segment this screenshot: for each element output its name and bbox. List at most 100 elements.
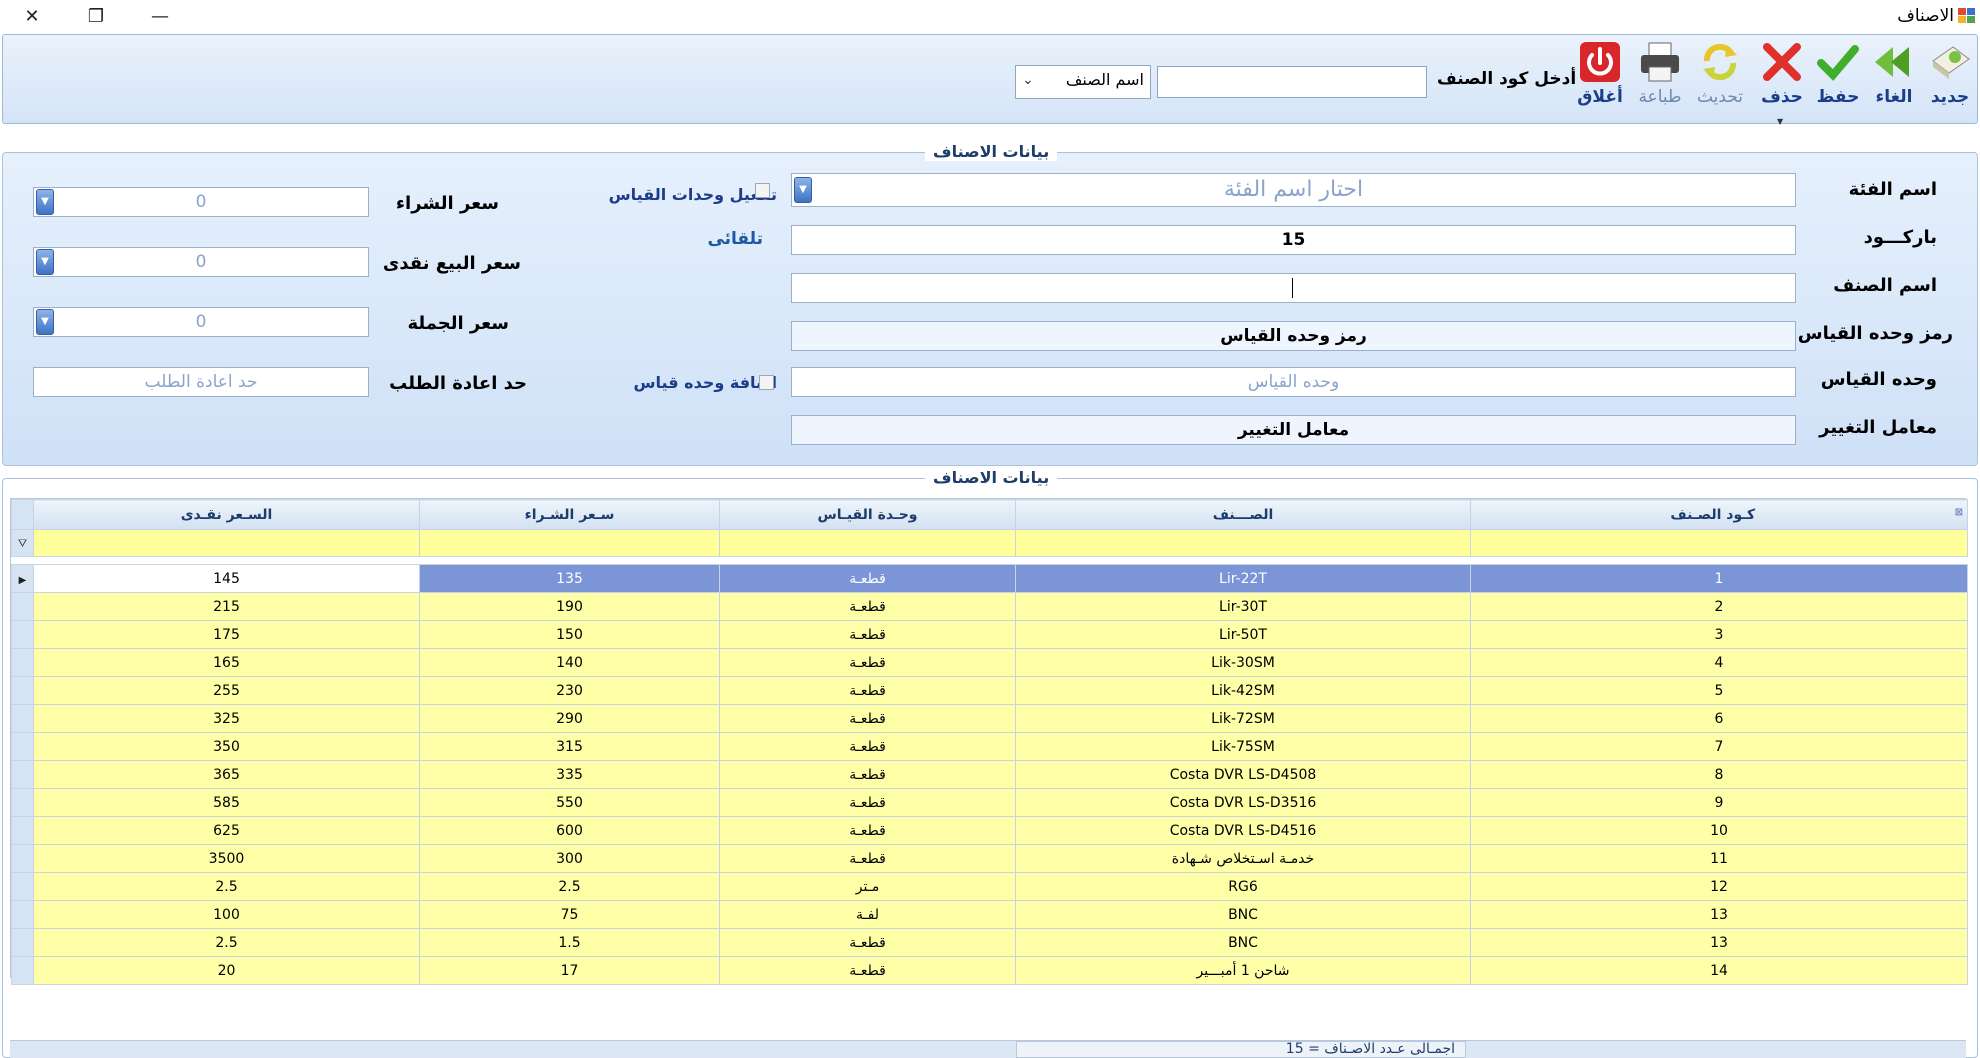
auto-barcode-link[interactable]: تلقائى (707, 229, 763, 249)
unit-field[interactable]: وحده القياس (791, 367, 1796, 397)
purchase-price-cell[interactable]: 17 (419, 956, 720, 985)
table-row[interactable]: 585 550 قطعـة Costa DVR LS-D3516 9 (11, 788, 1968, 817)
print-button[interactable]: طباعة (1633, 39, 1687, 119)
cash-price-dropdown-icon[interactable]: ▼ (36, 249, 54, 275)
enable-units-checkbox[interactable] (755, 183, 770, 198)
purchase-price-cell[interactable]: 135 (419, 564, 720, 593)
unit-cell[interactable]: قطعـة (719, 844, 1016, 873)
purchase-price-cell[interactable]: 290 (419, 704, 720, 733)
purchase-price-cell[interactable]: 75 (419, 900, 720, 929)
cash-price-cell[interactable]: 625 (33, 816, 420, 845)
row-indicator[interactable] (11, 788, 34, 817)
maximize-window-button[interactable]: ❐ (68, 0, 124, 32)
row-indicator[interactable] (11, 704, 34, 733)
cash-price-cell[interactable]: 175 (33, 620, 420, 649)
table-row[interactable]: 350 315 قطعـة Lik-75SM 7 (11, 732, 1968, 761)
new-button[interactable]: جديد (1923, 39, 1977, 119)
cash-price-cell[interactable]: 165 (33, 648, 420, 677)
table-row[interactable]: 175 150 قطعـة Lir-50T 3 (11, 620, 1968, 649)
column-header-purchase-price[interactable]: سـعر الشـراء (419, 499, 720, 530)
unit-cell[interactable]: قطعـة (719, 760, 1016, 789)
item-code-cell[interactable]: 14 (1470, 956, 1968, 985)
filter-cell[interactable] (1015, 529, 1471, 557)
row-indicator[interactable] (11, 732, 34, 761)
unit-cell[interactable]: قطعـة (719, 928, 1016, 957)
cash-price-cell[interactable]: 3500 (33, 844, 420, 873)
purchase-price-cell[interactable]: 230 (419, 676, 720, 705)
unit-cell[interactable]: قطعـة (719, 676, 1016, 705)
row-indicator[interactable] (11, 844, 34, 873)
filter-cell[interactable] (719, 529, 1016, 557)
cash-price-cell[interactable]: 255 (33, 676, 420, 705)
item-code-cell[interactable]: 10 (1470, 816, 1968, 845)
cash-price-cell[interactable]: 2.5 (33, 872, 420, 901)
item-name-cell[interactable]: Costa DVR LS-D4516 (1015, 816, 1471, 845)
cash-price-cell[interactable]: 585 (33, 788, 420, 817)
item-name-cell[interactable]: Lir-22T (1015, 564, 1471, 593)
table-row[interactable]: 2.5 2.5 مـتر RG6 12 (11, 872, 1968, 901)
item-name-cell[interactable]: Lir-50T (1015, 620, 1471, 649)
cash-price-cell[interactable]: 145 (33, 564, 420, 593)
row-indicator[interactable] (11, 872, 34, 901)
row-indicator[interactable] (11, 676, 34, 705)
unit-cell[interactable]: قطعـة (719, 564, 1016, 593)
category-dropdown-icon[interactable]: ▼ (794, 177, 812, 203)
cash-price-cell[interactable]: 20 (33, 956, 420, 985)
column-header-code[interactable]: كـود الصـنف ⊠ (1470, 499, 1968, 530)
row-indicator[interactable] (11, 900, 34, 929)
item-name-cell[interactable]: Lik-30SM (1015, 648, 1471, 677)
table-row[interactable]: 20 17 قطعـة شاحن 1 أمبـــير 14 (11, 956, 1968, 985)
close-button[interactable]: أغلاق (1573, 39, 1627, 119)
purchase-price-cell[interactable]: 150 (419, 620, 720, 649)
row-indicator[interactable] (11, 592, 34, 621)
item-code-input[interactable] (1157, 66, 1427, 98)
table-row[interactable]: 2.5 1.5 قطعـة BNC 13 (11, 928, 1968, 957)
undo-button[interactable]: الغاء (1867, 39, 1921, 119)
item-name-cell[interactable]: RG6 (1015, 872, 1471, 901)
cash-price-cell[interactable]: 2.5 (33, 928, 420, 957)
row-indicator[interactable] (11, 760, 34, 789)
item-code-cell[interactable]: 13 (1470, 928, 1968, 957)
purchase-price-cell[interactable]: 300 (419, 844, 720, 873)
item-name-cell[interactable]: Lik-42SM (1015, 676, 1471, 705)
row-indicator[interactable] (11, 648, 34, 677)
item-name-cell[interactable]: Costa DVR LS-D3516 (1015, 788, 1471, 817)
item-code-cell[interactable]: 9 (1470, 788, 1968, 817)
purchase-price-cell[interactable]: 335 (419, 760, 720, 789)
cash-price-spin[interactable]: 0 (33, 247, 369, 277)
item-code-cell[interactable]: 11 (1470, 844, 1968, 873)
table-row[interactable]: 165 140 قطعـة Lik-30SM 4 (11, 648, 1968, 677)
item-name-cell[interactable]: Costa DVR LS-D4508 (1015, 760, 1471, 789)
purchase-price-cell[interactable]: 1.5 (419, 928, 720, 957)
item-name-cell[interactable]: خدمـة اسـتخلاص شـهادة (1015, 844, 1471, 873)
column-header-unit[interactable]: وحـدة القيـاس (719, 499, 1016, 530)
item-code-cell[interactable]: 13 (1470, 900, 1968, 929)
purchase-price-cell[interactable]: 600 (419, 816, 720, 845)
cash-price-cell[interactable]: 350 (33, 732, 420, 761)
item-code-cell[interactable]: 12 (1470, 872, 1968, 901)
table-row[interactable]: 325 290 قطعـة Lik-72SM 6 (11, 704, 1968, 733)
items-grid[interactable]: السـعر نقـدى سـعر الشـراء وحـدة القيـاس … (10, 498, 1968, 985)
column-header-cash-price[interactable]: السـعر نقـدى (33, 499, 420, 530)
purchase-price-cell[interactable]: 2.5 (419, 872, 720, 901)
cash-price-cell[interactable]: 215 (33, 592, 420, 621)
item-name-cell[interactable]: شاحن 1 أمبـــير (1015, 956, 1471, 985)
filter-cell[interactable] (419, 529, 720, 557)
factor-field[interactable]: معامل التغيير (791, 415, 1796, 445)
table-row[interactable]: 365 335 قطعـة Costa DVR LS-D4508 8 (11, 760, 1968, 789)
item-code-cell[interactable]: 4 (1470, 648, 1968, 677)
item-name-field[interactable] (791, 273, 1796, 303)
category-combo[interactable]: احتار اسم الفئة (791, 173, 1796, 207)
item-name-cell[interactable]: BNC (1015, 928, 1471, 957)
refresh-button[interactable]: تحديث (1693, 39, 1747, 119)
reorder-limit-field[interactable]: حد اعادة الطلب (33, 367, 369, 397)
unit-cell[interactable]: مـتر (719, 872, 1016, 901)
column-header-item[interactable]: الصـــنف (1015, 499, 1471, 530)
cash-price-cell[interactable]: 100 (33, 900, 420, 929)
item-code-cell[interactable]: 8 (1470, 760, 1968, 789)
item-name-cell[interactable]: Lir-30T (1015, 592, 1471, 621)
table-row[interactable]: 255 230 قطعـة Lik-42SM 5 (11, 676, 1968, 705)
item-code-cell[interactable]: 2 (1470, 592, 1968, 621)
cash-price-cell[interactable]: 365 (33, 760, 420, 789)
row-indicator[interactable] (11, 956, 34, 985)
